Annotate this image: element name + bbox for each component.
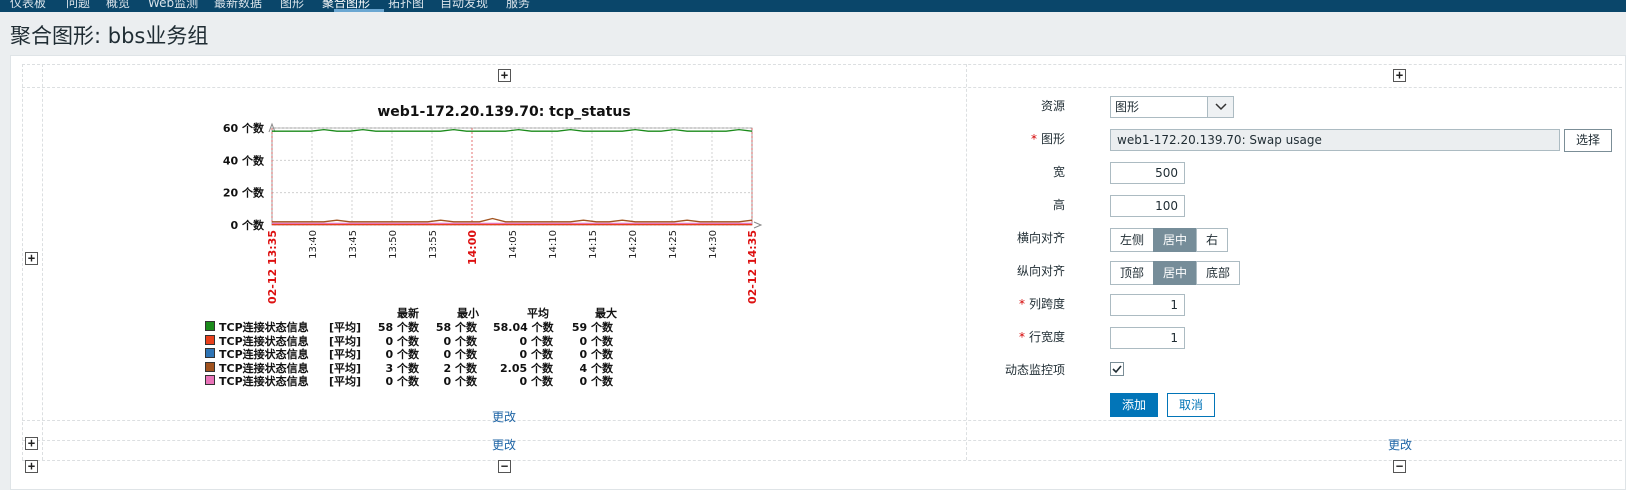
legend-row: TCP连接状态信息 [平均] 0 个数 0 个数 0 个数 0 个数 [205,346,645,361]
legend-row: TCP连接状态信息 [平均] 58 个数 58 个数 58.04 个数 59 个数 [205,319,645,334]
x-tick-label: 13:50 [388,230,399,259]
halign-left-option[interactable]: 左侧 [1110,228,1155,252]
nav-item-discovery[interactable]: 自动发现 [440,0,488,11]
y-tick-label: 0 个数 [231,218,265,232]
grid-line [42,64,43,460]
dynamic-item-label: 动态监控项 [1004,363,1065,377]
remove-column-button[interactable]: − [498,460,511,473]
width-field[interactable] [1110,162,1185,184]
select-graph-button[interactable]: 选择 [1564,129,1612,152]
halign-right-option[interactable]: 右 [1196,228,1229,252]
colspan-label: * 列跨度 [1018,297,1065,311]
add-row-button[interactable]: + [25,437,38,450]
add-row-button[interactable]: + [25,460,38,473]
top-navigation: 仪表板 问题 概览 Web监测 最新数据 图形 聚合图形 拓扑图 自动发现 服务 [0,0,1626,12]
grid-line [22,64,1622,65]
nav-item-graphs[interactable]: 图形 [280,0,304,11]
graph-label: * 图形 [1030,132,1065,146]
nav-active-indicator [334,9,384,12]
x-tick-label: 13:45 [348,230,359,259]
x-tick-label: 02-12 13:35 [266,230,279,304]
x-tick-label: 13:55 [428,230,439,259]
chart-title: web1-172.20.139.70: tcp_status [377,104,630,120]
resource-select-value: 图形 [1115,100,1140,114]
y-tick-label: 20 个数 [223,186,265,200]
nav-item-services[interactable]: 服务 [506,0,530,11]
valign-label: 纵向对齐 [1016,264,1065,278]
valign-middle-option[interactable]: 居中 [1153,261,1198,285]
remove-column-button[interactable]: − [1393,460,1406,473]
legend-avg-value: 0 个数 [519,375,553,388]
cancel-button[interactable]: 取消 [1167,393,1215,417]
add-row-button[interactable]: + [25,252,38,265]
rowspan-field[interactable] [1110,327,1185,349]
page-title: 聚合图形: bbs业务组 [10,24,209,48]
legend-row: TCP连接状态信息 [平均] 0 个数 0 个数 0 个数 0 个数 [205,333,645,348]
x-tick-label: 14:30 [708,230,719,259]
nav-item-problems[interactable]: 问题 [66,0,90,11]
change-cell-link[interactable]: 更改 [1388,436,1412,453]
grid-line [22,460,1622,461]
x-tick-label: 14:20 [628,230,639,259]
add-column-button[interactable]: + [1393,69,1406,82]
resource-select[interactable]: 图形 [1110,96,1234,118]
width-label: 宽 [1052,165,1065,179]
x-axis-arrow [753,221,763,229]
height-label: 高 [1052,198,1065,212]
x-tick-label: 14:00 [466,230,479,265]
y-tick-label: 40 个数 [223,153,265,167]
x-tick-label: 14:05 [508,230,519,259]
add-column-button[interactable]: + [498,69,511,82]
legend-row: TCP连接状态信息 [平均] 0 个数 0 个数 0 个数 0 个数 [205,373,645,388]
legend-function: [平均] [329,375,362,388]
height-field[interactable] [1110,195,1185,217]
x-tick-label: 14:15 [588,230,599,259]
add-button[interactable]: 添加 [1110,393,1158,417]
x-tick-label: 02-12 14:35 [746,230,759,304]
x-tick-label: 14:10 [548,230,559,259]
rowspan-label: * 行宽度 [1018,330,1065,344]
nav-item-maps[interactable]: 拓扑图 [388,0,424,11]
y-tick-label: 60 个数 [223,121,265,135]
legend-series-name: TCP连接状态信息 [219,375,309,388]
grid-line [22,420,1622,421]
checkmark-icon [1112,365,1122,374]
nav-item-web[interactable]: Web监测 [148,0,198,11]
nav-item-dashboard[interactable]: 仪表板 [10,0,46,11]
nav-item-latest-data[interactable]: 最新数据 [214,0,262,11]
chevron-down-icon[interactable] [1207,97,1233,117]
change-cell-link[interactable]: 更改 [492,408,516,425]
valign-segmented: 顶部 居中 底部 [1110,261,1241,285]
halign-center-option[interactable]: 居中 [1153,228,1198,252]
change-cell-link[interactable]: 更改 [492,436,516,453]
legend-swatch [205,321,215,331]
legend-min-value: 0 个数 [443,375,477,388]
x-tick-label: 14:25 [668,230,679,259]
halign-label: 横向对齐 [1016,231,1065,245]
colspan-field[interactable] [1110,294,1185,316]
grid-line [22,64,23,460]
legend-swatch [205,348,215,358]
grid-line [22,87,1622,88]
legend-row: TCP连接状态信息 [平均] 3 个数 2 个数 2.05 个数 4 个数 [205,360,645,375]
valign-top-option[interactable]: 顶部 [1110,261,1155,285]
legend-swatch [205,361,215,372]
dynamic-item-checkbox[interactable] [1110,362,1124,376]
legend-max-value: 0 个数 [579,375,613,388]
legend-swatch [205,334,215,345]
halign-segmented: 左侧 居中 右 [1110,228,1229,252]
graph-field[interactable] [1110,129,1560,151]
nav-item-overview[interactable]: 概览 [106,0,130,11]
resource-label: 资源 [1040,99,1065,113]
grid-line [22,440,1622,441]
x-tick-label: 13:40 [308,230,319,259]
legend-swatch [205,375,215,385]
valign-bottom-option[interactable]: 底部 [1196,261,1241,285]
legend-last-value: 0 个数 [385,375,419,388]
tcp-status-chart: web1-172.20.139.70: tcp_status 60 个数 40 个… [223,104,763,304]
